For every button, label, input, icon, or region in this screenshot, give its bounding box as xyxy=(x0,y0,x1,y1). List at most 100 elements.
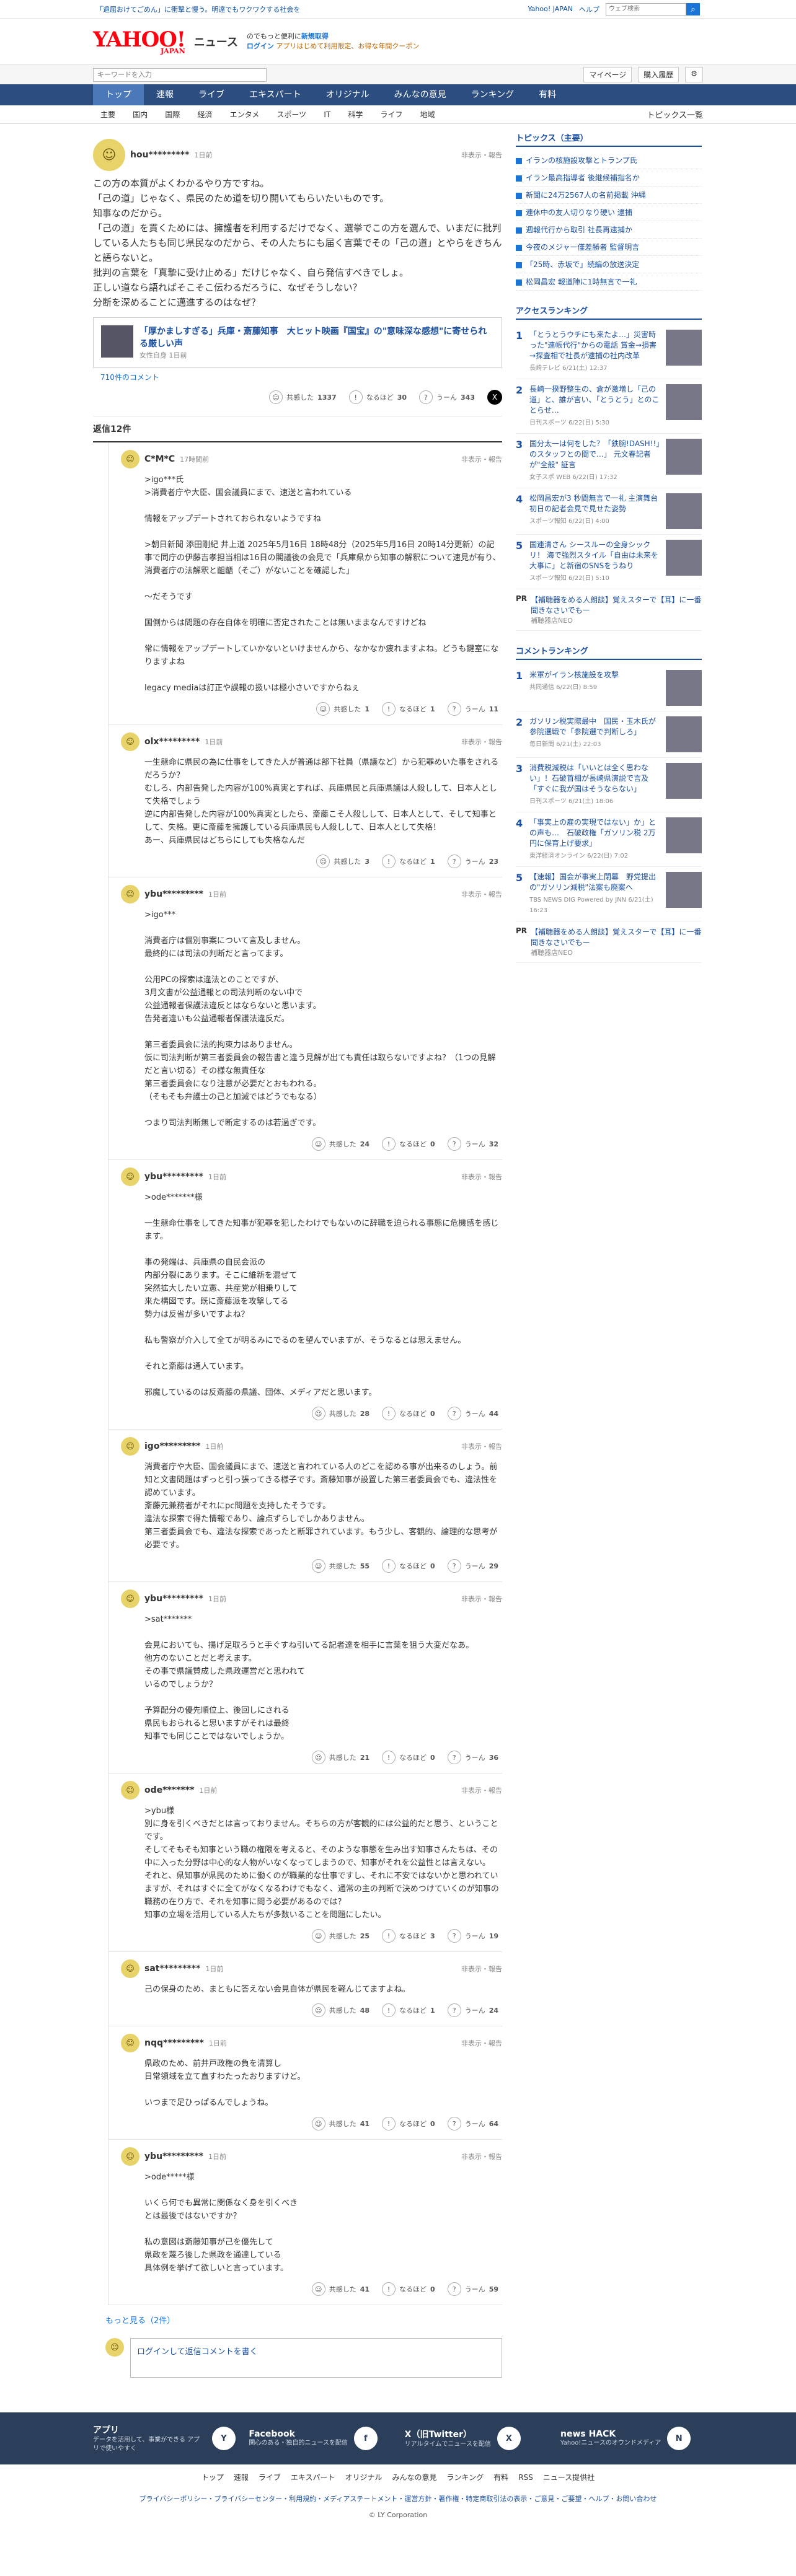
gnav-item[interactable]: トップ xyxy=(93,84,144,105)
agree-button[interactable]: ☺ 共感した 41 xyxy=(311,2117,369,2130)
footer-link[interactable]: トップ xyxy=(201,2473,224,2482)
hide-report-link[interactable]: 非表示・報告 xyxy=(461,454,502,464)
ranking-item[interactable]: 3 国分太一は何をした？「鉄腕!DASH!!」のスタッフとの間で…」 元文春記者が… xyxy=(516,434,702,488)
hmm-button[interactable]: ! なるほど 0 xyxy=(382,1407,435,1420)
footer-link[interactable]: RSS xyxy=(518,2473,533,2482)
hmm-button[interactable]: ! なるほど 0 xyxy=(382,2117,435,2130)
topic-item[interactable]: 連休中の友人切りなり硬い 逮捕 xyxy=(516,204,702,221)
gnav-item[interactable]: 速報 xyxy=(144,84,186,105)
category-item[interactable]: エンタメ xyxy=(223,110,267,119)
agree-button[interactable]: ☺ 共感した 48 xyxy=(311,2003,369,2017)
want-button[interactable]: ? うーん 11 xyxy=(447,702,498,716)
more-replies-link[interactable]: もっと見る（2件） xyxy=(93,2305,502,2334)
agree-button[interactable]: ☺ 共感した 21 xyxy=(311,1751,369,1764)
category-item[interactable]: IT xyxy=(316,110,338,119)
comment-ranking-item[interactable]: 1 米軍がイラン核施設を攻撃 共同通信 6/22(日) 8:59 xyxy=(516,665,702,711)
hide-report-link[interactable]: 非表示・報告 xyxy=(461,150,502,160)
topic-item[interactable]: 「25時、赤坂で」続編の放送決定 xyxy=(516,256,702,273)
comment-count-link[interactable]: 710件のコメント xyxy=(93,372,502,382)
footer-channel[interactable]: X（旧Twitter） リアルタイムでニュースを配信 X xyxy=(405,2424,547,2453)
agree-button[interactable]: ☺ 共感した 1 xyxy=(316,702,369,716)
footer-link[interactable]: 有料 xyxy=(493,2473,508,2482)
agree-button[interactable]: ☺ 共感した 55 xyxy=(311,1559,369,1573)
want-button[interactable]: ? うーん 23 xyxy=(447,855,498,868)
footer-link[interactable]: 速報 xyxy=(234,2473,249,2482)
login-link[interactable]: ログイン xyxy=(247,42,274,50)
comment-ranking-item[interactable]: 3 消費税減税は「いいとは全く思わない」！石破首相が長崎県演説で言及「すぐに我が国… xyxy=(516,758,702,812)
category-item[interactable]: 国際 xyxy=(157,110,187,119)
ranking-item[interactable]: 5 国連清さん シースルーの全身シックリ！ 海で強烈スタイル「自由は未来を大事に」… xyxy=(516,535,702,589)
agree-button[interactable]: ☺ 共感した 25 xyxy=(311,1929,369,1943)
yahoo-japan-link[interactable]: Yahoo! JAPAN xyxy=(528,5,573,13)
hide-report-link[interactable]: 非表示・報告 xyxy=(461,1441,502,1451)
hide-report-link[interactable]: 非表示・報告 xyxy=(461,889,502,899)
reply-input[interactable]: ログインして返信コメントを書く xyxy=(130,2338,502,2378)
legal-links[interactable]: プライバシーポリシー・プライバシーセンター・利用規約・メディアステートメント・運… xyxy=(0,2490,796,2507)
want-button[interactable]: ? うーん 44 xyxy=(447,1407,498,1420)
category-item[interactable]: 経済 xyxy=(190,110,219,119)
mypage-button[interactable]: マイページ xyxy=(583,67,632,82)
agree-button[interactable]: ☺ 共感した 3 xyxy=(316,855,369,868)
category-item[interactable]: 科学 xyxy=(340,110,370,119)
want-button[interactable]: ? うーん 59 xyxy=(447,2282,498,2296)
hmm-button[interactable]: ! なるほど 1 xyxy=(382,2003,435,2017)
comment-ranking-item[interactable]: 5 【速報】国会が事実上閉幕 野党提出の"ガソリン減税"法案も廃案へ TBS NEW… xyxy=(516,867,702,921)
gnav-item[interactable]: エキスパート xyxy=(237,84,314,105)
category-item[interactable]: 主要 xyxy=(93,110,123,119)
hide-report-link[interactable]: 非表示・報告 xyxy=(461,2152,502,2161)
category-item[interactable]: 地域 xyxy=(413,110,443,119)
hide-report-link[interactable]: 非表示・報告 xyxy=(461,1785,502,1795)
agree-button[interactable]: ☺ 共感した 41 xyxy=(311,2282,369,2296)
hmm-button[interactable]: ! なるほど 0 xyxy=(382,2282,435,2296)
want-button[interactable]: ? うーん 24 xyxy=(447,2003,498,2017)
footer-link[interactable]: ライブ xyxy=(259,2473,281,2482)
topic-item[interactable]: イランの核施設攻撃とトランプ氏 xyxy=(516,152,702,169)
category-item[interactable]: スポーツ xyxy=(269,110,314,119)
topic-item[interactable]: 今夜のメジャー僅差勝者 監督明言 xyxy=(516,239,702,256)
help-link[interactable]: ヘルプ xyxy=(579,4,599,14)
category-item[interactable]: ライフ xyxy=(373,110,410,119)
ranking-item[interactable]: 1 「とうとうウチにも来たよ…」災害時った"連帳代行"からの電話 賞金→損害→探査… xyxy=(516,325,702,379)
hide-report-link[interactable]: 非表示・報告 xyxy=(461,1964,502,1974)
promo-link[interactable]: 「退屈おけてごめん」に衝撃と慢う。明達でもワクワクする社会を xyxy=(96,4,300,14)
hide-report-link[interactable]: 非表示・報告 xyxy=(461,737,502,747)
want-button[interactable]: ? うーん 32 xyxy=(447,1137,498,1151)
pr-item[interactable]: PR 【補聴器をめる人朗談】覚えスターで【耳】に一番聞きなさいでもー 補聴器店NEO xyxy=(516,921,702,963)
web-search-input[interactable] xyxy=(606,2,686,15)
category-item[interactable]: 国内 xyxy=(125,110,155,119)
hmm-button[interactable]: ! なるほど 0 xyxy=(382,1751,435,1764)
agree-button[interactable]: ☺ 共感した 24 xyxy=(311,1137,369,1151)
x-share-icon[interactable]: X xyxy=(487,390,502,405)
topics-list-link[interactable]: トピックス一覧 xyxy=(647,108,703,120)
want-button[interactable]: ? うーん 343 xyxy=(419,390,475,404)
hmm-button[interactable]: ! なるほど 3 xyxy=(382,1929,435,1943)
footer-link[interactable]: オリジナル xyxy=(345,2473,383,2482)
topic-item[interactable]: イラン最高指導者 後継候補指名か xyxy=(516,169,702,187)
want-button[interactable]: ? うーん 29 xyxy=(447,1559,498,1573)
gnav-item[interactable]: みんなの意見 xyxy=(382,84,459,105)
gnav-item[interactable]: ライブ xyxy=(186,84,237,105)
hmm-button[interactable]: ! なるほど 0 xyxy=(382,1559,435,1573)
topic-item[interactable]: 週報代行から取引 社長再逮捕か xyxy=(516,221,702,239)
agree-button[interactable]: ☺ 共感した 28 xyxy=(311,1407,369,1420)
hmm-button[interactable]: ! なるほど 0 xyxy=(382,1137,435,1151)
footer-channel[interactable]: Facebook 関心のある・独自的ニュースを配信 f xyxy=(249,2424,391,2453)
gnav-item[interactable]: オリジナル xyxy=(314,84,382,105)
gnav-item[interactable]: 有料 xyxy=(526,84,568,105)
keyword-input[interactable] xyxy=(93,68,267,82)
topic-item[interactable]: 新聞に24万2567人の名前掲載 沖縄 xyxy=(516,187,702,204)
agree-button[interactable]: ☺ 共感した 1337 xyxy=(269,390,337,404)
hide-report-link[interactable]: 非表示・報告 xyxy=(461,2038,502,2048)
footer-link[interactable]: ニュース提供社 xyxy=(543,2473,595,2482)
footer-channel[interactable]: アプリ データを活用して、事業ができる アプリで使いやすく Y xyxy=(93,2424,236,2453)
yahoo-logo[interactable]: YAHOO! JAPAN xyxy=(93,29,186,55)
hide-report-link[interactable]: 非表示・報告 xyxy=(461,1172,502,1182)
topic-item[interactable]: 松岡昌宏 報道陣に1時無言で一礼 xyxy=(516,273,702,291)
want-button[interactable]: ? うーん 64 xyxy=(447,2117,498,2130)
ranking-item[interactable]: 4 松岡昌宏が3 秒間無言で一礼 主演舞台初日の記者会見で見せた姿勢 スポーツ報知 … xyxy=(516,488,702,535)
hide-report-link[interactable]: 非表示・報告 xyxy=(461,1594,502,1604)
footer-link[interactable]: みんなの意見 xyxy=(392,2473,437,2482)
search-icon[interactable]: ⌕ xyxy=(686,2,700,15)
comment-ranking-item[interactable]: 4 「事実上の雇の実現ではない」か」との声も… 石破政権「ガソリン税 2万円に保育… xyxy=(516,812,702,867)
article-card[interactable]: 「厚かましすぎる」兵庫・斎藤知事 大ヒット映画『国宝』の"意味深な感想"に寄せら… xyxy=(93,317,502,368)
